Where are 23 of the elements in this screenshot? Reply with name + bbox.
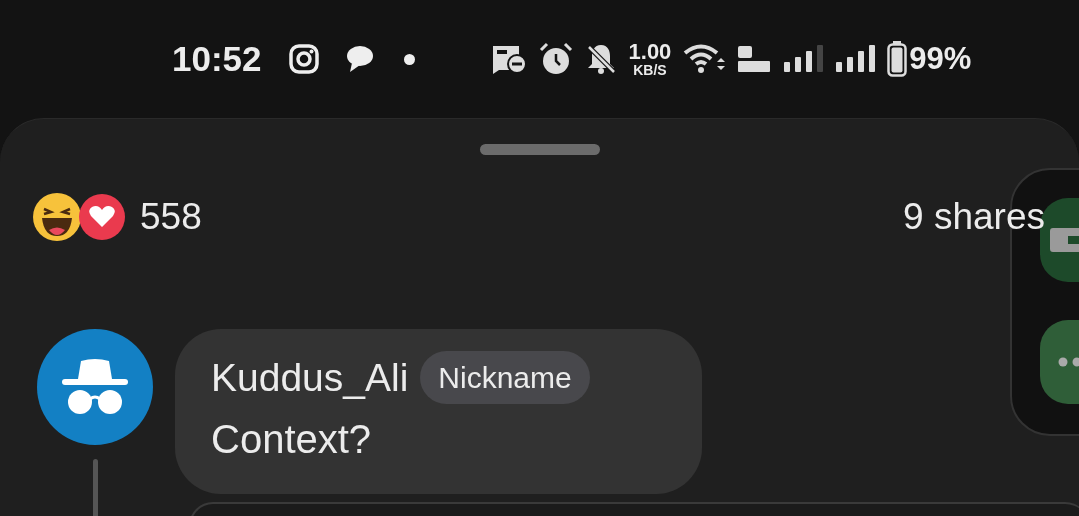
heart-reaction-icon [78, 192, 126, 241]
comment-bubble[interactable]: Kuddus_Ali Nickname Context? [175, 328, 702, 494]
shares-count[interactable]: 9 shares [903, 189, 1045, 245]
card-minus-icon [490, 44, 527, 74]
card-icon [1050, 228, 1079, 252]
signal-icon [783, 44, 824, 74]
clock-time: 10:52 [172, 37, 262, 80]
battery-icon [887, 41, 908, 77]
laughing-emoji-icon [32, 191, 82, 242]
comment-text: Context? [211, 416, 373, 463]
comment-author[interactable]: Kuddus_Ali [211, 348, 409, 407]
more-icon [1058, 357, 1079, 367]
reaction-count[interactable]: 558 [140, 189, 202, 245]
network-speed: 1.00 [628, 41, 672, 63]
camera-icon [287, 43, 320, 75]
incognito-icon [60, 356, 130, 417]
wifi-icon [683, 44, 726, 74]
drag-handle[interactable] [479, 144, 600, 155]
alarm-clock-icon [538, 42, 573, 76]
battery-percent: 99% [909, 39, 972, 78]
network-speed-unit: KB/S [633, 63, 667, 77]
nickname-badge: Nickname [420, 351, 590, 405]
signal-icon [835, 44, 876, 74]
